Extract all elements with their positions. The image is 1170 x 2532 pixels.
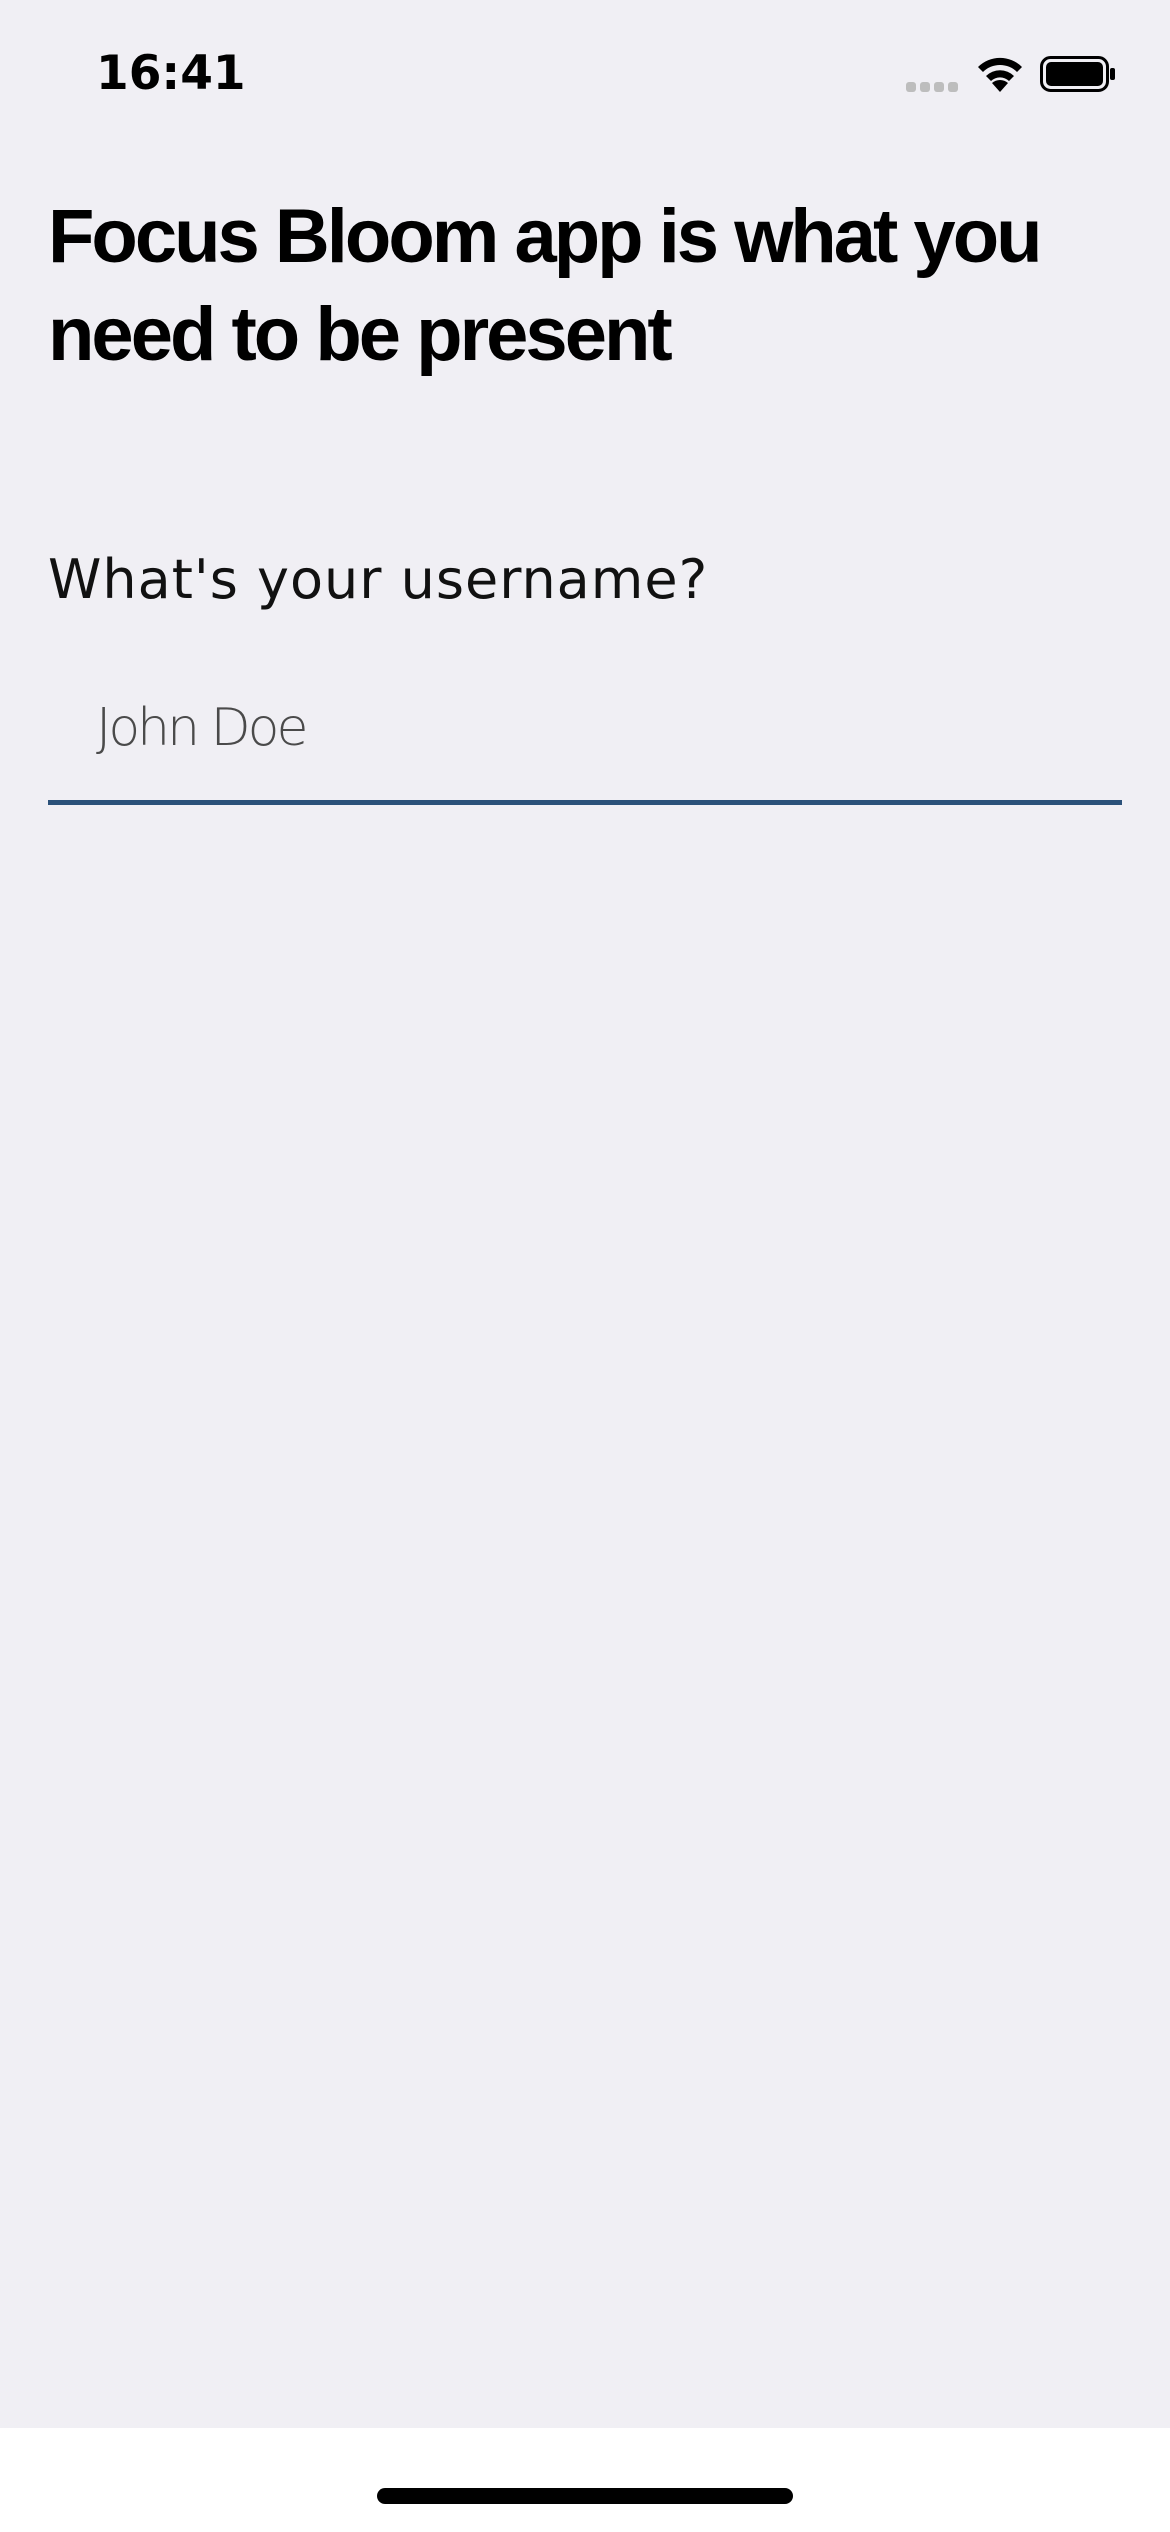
status-bar: 16:41 bbox=[0, 0, 1170, 140]
username-field-container bbox=[48, 660, 1122, 805]
username-question-label: What's your username? bbox=[48, 548, 709, 611]
home-indicator-area bbox=[0, 2428, 1170, 2532]
status-time: 16:41 bbox=[96, 46, 246, 101]
wifi-icon bbox=[978, 57, 1022, 92]
username-input[interactable] bbox=[96, 678, 1076, 778]
home-indicator[interactable] bbox=[377, 2488, 793, 2504]
page-title: Focus Bloom app is what you need to be p… bbox=[48, 194, 1043, 377]
battery-icon bbox=[1040, 56, 1115, 92]
cellular-signal-icon bbox=[906, 82, 960, 94]
